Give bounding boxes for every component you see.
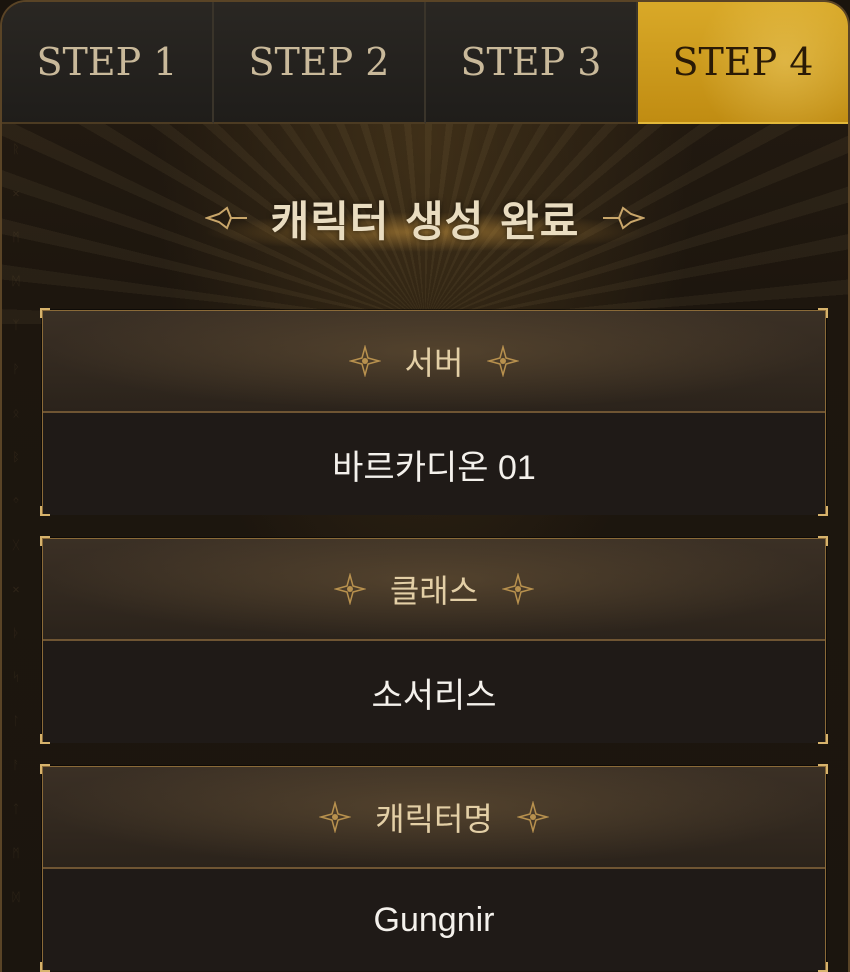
tab-step-1[interactable]: STEP 1 — [2, 2, 214, 124]
class-label: 클래스 — [389, 572, 479, 610]
server-label: 서버 — [404, 344, 464, 382]
server-card: 서버 바르카디온 01 — [40, 308, 828, 516]
character-name-card-header: 캐릭터명 — [43, 767, 825, 869]
character-name-value: Gungnir — [43, 869, 825, 971]
sparkle-icon — [516, 801, 549, 833]
sparkle-icon — [487, 345, 520, 377]
card-corners — [40, 506, 828, 516]
sparkle-icon — [333, 573, 366, 605]
class-card: 클래스 소서리스 — [40, 536, 828, 744]
server-value: 바르카디온 01 — [43, 413, 825, 515]
ornament-right-icon — [603, 206, 646, 230]
character-name-label: 캐릭터명 — [375, 800, 493, 838]
tab-step-2[interactable]: STEP 2 — [214, 2, 426, 124]
character-name-card: 캐릭터명 Gungnir — [40, 764, 828, 972]
card-corners — [40, 962, 828, 972]
sparkle-icon — [348, 345, 381, 377]
server-card-header: 서버 — [43, 311, 825, 413]
tab-step-4[interactable]: STEP 4 — [638, 2, 848, 124]
class-value: 소서리스 — [43, 641, 825, 743]
class-card-header: 클래스 — [43, 539, 825, 641]
sparkle-icon — [502, 573, 535, 605]
page-title: 캐릭터 생성 완료 — [270, 196, 580, 246]
ornament-left-icon — [204, 206, 247, 230]
card-corners — [40, 734, 828, 744]
page-heading: 캐릭터 생성 완료 — [2, 178, 848, 258]
rune-decoration: ᚱ ✕ ᛗ ᛞ ᛉ ᚹ ᛟ ᛒ ᛜ ᚷ ✕ ᚦ ᛋ ᛚ ᚨ ᛏ ᛗ ᛞ — [12, 142, 20, 904]
sparkle-icon — [319, 801, 352, 833]
character-creation-panel: ᚱ ✕ ᛗ ᛞ ᛉ ᚹ ᛟ ᛒ ᛜ ᚷ ✕ ᚦ ᛋ ᛚ ᚨ ᛏ ᛗ ᛞ STEP 1 STEP 2 STEP 3 … — [0, 0, 850, 972]
tab-step-3[interactable]: STEP 3 — [426, 2, 638, 124]
step-tabs: STEP 1 STEP 2 STEP 3 STEP 4 — [2, 2, 848, 124]
